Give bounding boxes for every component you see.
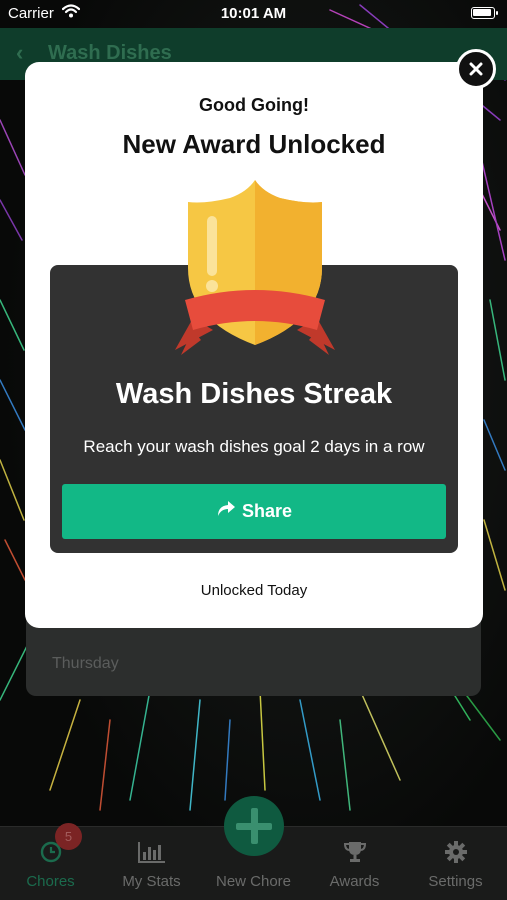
modal-subtitle: Good Going! [199, 95, 309, 115]
close-button[interactable] [456, 49, 496, 89]
day-label: Thursday [52, 655, 119, 672]
award-description: Reach your wash dishes goal 2 days in a … [83, 437, 425, 456]
tab-label: My Stats [122, 873, 181, 890]
tab-label: Settings [428, 873, 483, 890]
tab-chores[interactable]: 5 Chores [0, 823, 101, 900]
unlocked-date-text: Unlocked Today [200, 582, 308, 599]
tab-label: Awards [329, 873, 380, 890]
status-bar: Carrier 10:01 AM [0, 0, 507, 28]
tab-label: Chores [26, 873, 75, 890]
award-modal: Good Going! New Award Unlocked Wash Dish… [25, 62, 483, 628]
battery-icon [471, 7, 498, 19]
share-label: Share [241, 501, 293, 521]
share-icon [216, 500, 236, 523]
chores-badge: 5 [55, 823, 82, 850]
status-time: 10:01 AM [220, 5, 287, 22]
tab-label: New Chore [215, 873, 292, 890]
award-name: Wash Dishes Streak [115, 378, 393, 410]
bar-chart-icon [101, 839, 202, 865]
share-button[interactable]: Share [62, 484, 446, 539]
tab-awards[interactable]: Awards [304, 827, 405, 900]
trophy-icon [304, 839, 405, 865]
new-chore-plus-button[interactable] [224, 796, 284, 856]
shield-award-icon [175, 180, 335, 355]
close-icon [469, 62, 483, 76]
tab-my-stats[interactable]: My Stats [101, 827, 202, 900]
tab-settings[interactable]: Settings [405, 827, 506, 900]
back-chevron-icon[interactable]: ‹ [16, 40, 23, 66]
modal-title: New Award Unlocked [122, 129, 386, 159]
clock-icon [0, 839, 101, 865]
gear-icon [405, 839, 506, 865]
